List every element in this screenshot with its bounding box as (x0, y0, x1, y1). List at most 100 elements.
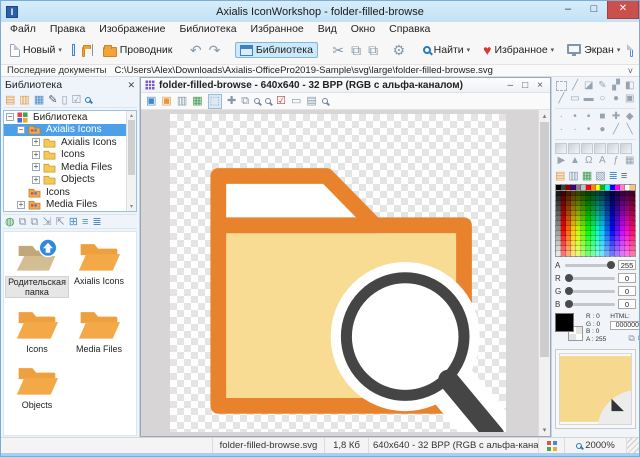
brush-shape-slash[interactable]: ╱ (610, 124, 623, 136)
collapse-icon[interactable]: − (6, 113, 14, 122)
canvas-vertical-scrollbar[interactable]: ▴ ▾ (538, 110, 550, 436)
find-button[interactable]: Найти ▾ (420, 42, 473, 58)
copy-icon[interactable]: ⧉ (241, 95, 249, 108)
adjust-colors-tool[interactable]: ▦ (623, 155, 636, 167)
brush-shape-round-2[interactable]: ∙ (569, 124, 582, 136)
alpha-slider[interactable]: A 255 (555, 260, 636, 270)
brush-tool[interactable]: ▞ (610, 80, 623, 92)
scrollbar-thumb[interactable] (128, 120, 135, 175)
gradient-style-3[interactable] (581, 143, 593, 154)
slider-track[interactable] (565, 300, 615, 308)
tree-item-media-files-sub[interactable]: + Media Files (4, 161, 136, 174)
view-mode-icon[interactable]: ≣ (92, 216, 101, 228)
save-palette-icon[interactable]: ▥ (568, 170, 578, 182)
flip-horizontal-tool[interactable]: ▶ (555, 155, 568, 167)
brush-shape-dot-2[interactable]: • (569, 111, 582, 123)
zoom-in-icon[interactable] (254, 98, 261, 104)
new-folder-icon[interactable]: ⊞ (69, 216, 78, 228)
effects-tool[interactable]: ƒ (610, 155, 623, 167)
redo-icon[interactable]: ↷ (209, 43, 221, 57)
slider-thumb[interactable] (565, 300, 573, 308)
new-palette-icon[interactable]: ▦ (582, 170, 592, 182)
gradient-style-2[interactable] (568, 143, 580, 154)
select-check-icon[interactable]: ☑ (72, 94, 82, 106)
brush-shape-round-3[interactable]: • (582, 124, 595, 136)
folder-item-parent[interactable]: Родительская папка (5, 238, 69, 298)
slider-value[interactable]: 0 (618, 273, 636, 283)
scroll-up-icon[interactable]: ▴ (127, 112, 136, 119)
slider-track[interactable] (565, 274, 615, 282)
brush-shape-backslash[interactable]: ╲ (623, 124, 636, 136)
print-icon[interactable]: ▤ (306, 95, 316, 108)
screen-preview-icon[interactable]: ▭ (291, 95, 301, 108)
rectangle-tool[interactable]: ▭ (569, 93, 582, 105)
html-color-value[interactable]: 000000 (610, 321, 639, 330)
brush-shape-round-1[interactable]: · (555, 124, 568, 136)
download-icon[interactable]: ◍ (5, 216, 15, 228)
image-transparency-area[interactable] (170, 114, 506, 432)
scrollbar-thumb[interactable] (540, 122, 549, 357)
brush-shape-square-1[interactable]: ▪ (582, 111, 595, 123)
palette-swatch[interactable] (629, 250, 636, 257)
resize-grip[interactable] (627, 438, 639, 453)
screen-button[interactable]: Экран ▾ (564, 42, 623, 58)
flip-vertical-tool[interactable]: ▲ (569, 155, 582, 167)
brush-shape-diamond[interactable]: ◆ (623, 111, 636, 123)
explorer-button[interactable]: Проводник (100, 42, 176, 59)
gradient-style-6[interactable] (620, 143, 632, 154)
slider-track[interactable] (565, 287, 615, 295)
copy-color-icon[interactable]: ⧉ (628, 333, 634, 344)
undo-icon[interactable]: ↶ (190, 43, 202, 57)
rotate-tool[interactable]: Ω (582, 155, 595, 167)
brush-shape-square-2[interactable]: ■ (596, 111, 609, 123)
save-icon[interactable]: ▥ (177, 95, 187, 108)
tree-item-media-files[interactable]: + Media Files (4, 199, 136, 212)
tree-item-axialis-icons-sub[interactable]: + Axialis Icons (4, 136, 136, 149)
collapse-icon[interactable]: − (17, 125, 25, 134)
new-image-format-icon[interactable]: ▣ (161, 95, 171, 108)
edit-icon[interactable]: ✎ (48, 94, 57, 106)
library-panel-close-icon[interactable]: ✕ (127, 80, 135, 91)
green-slider[interactable]: G 0 (555, 286, 636, 296)
canvas-area[interactable]: ▴ ▾ (141, 110, 550, 436)
minimize-button[interactable]: – (555, 1, 581, 19)
slider-thumb[interactable] (565, 274, 573, 282)
add-image-icon[interactable]: ▦ (192, 95, 202, 108)
select-tool-icon[interactable]: ⬚ (207, 93, 223, 109)
new-project-icon[interactable]: ▣ (146, 95, 156, 108)
save-icon[interactable] (91, 44, 93, 56)
document-title-bar[interactable]: folder-filled-browse - 640x640 - 32 BPP … (141, 78, 550, 93)
eraser-tool[interactable]: ◪ (582, 80, 595, 92)
slider-track[interactable] (565, 261, 615, 269)
title-bar[interactable]: I Axialis IconWorkshop - folder-filled-b… (1, 1, 639, 22)
favorites-button[interactable]: ♥ Избранное ▾ (480, 42, 557, 58)
pencil-tool[interactable]: ✎ (596, 80, 609, 92)
scroll-down-icon[interactable]: ▾ (539, 426, 550, 434)
folder-item-icons[interactable]: Icons (6, 306, 68, 354)
zoom-out-icon[interactable] (265, 98, 272, 104)
brush-shape-cross[interactable]: ✚ (610, 111, 623, 123)
close-button[interactable]: ✕ (607, 1, 639, 19)
tree-scrollbar[interactable]: ▴ ▾ (126, 111, 136, 211)
text-tool[interactable]: A (596, 155, 609, 167)
palette-menu-icon[interactable]: ≡ (621, 170, 627, 182)
expand-icon[interactable]: + (32, 138, 40, 147)
menu-favorites[interactable]: Избранное (251, 23, 304, 35)
expand-icon[interactable]: + (17, 200, 25, 209)
expand-icon[interactable]: + (32, 163, 40, 172)
library-search-icon[interactable] (85, 96, 92, 103)
document-close-icon[interactable]: × (537, 80, 543, 91)
import-icon[interactable]: ⇱ (56, 216, 65, 228)
maximize-button[interactable]: □ (581, 1, 607, 19)
folder-item-axialis-icons[interactable]: Axialis Icons (68, 238, 130, 298)
folder-item-objects[interactable]: Objects (6, 362, 68, 410)
slider-value[interactable]: 0 (618, 299, 636, 309)
recent-dropdown-chevron-icon[interactable]: ˅ (628, 66, 633, 76)
new-library-icon[interactable]: ▤ (5, 94, 15, 106)
tree-item-icons-sub[interactable]: + Icons (4, 149, 136, 162)
tree-item-objects-sub[interactable]: + Objects (4, 174, 136, 187)
open-folder-icon[interactable] (81, 44, 91, 57)
menu-window[interactable]: Окно (351, 23, 375, 35)
settings-gear-icon[interactable]: ⚙ (393, 43, 406, 57)
status-zoom[interactable]: 2000% (565, 438, 627, 453)
